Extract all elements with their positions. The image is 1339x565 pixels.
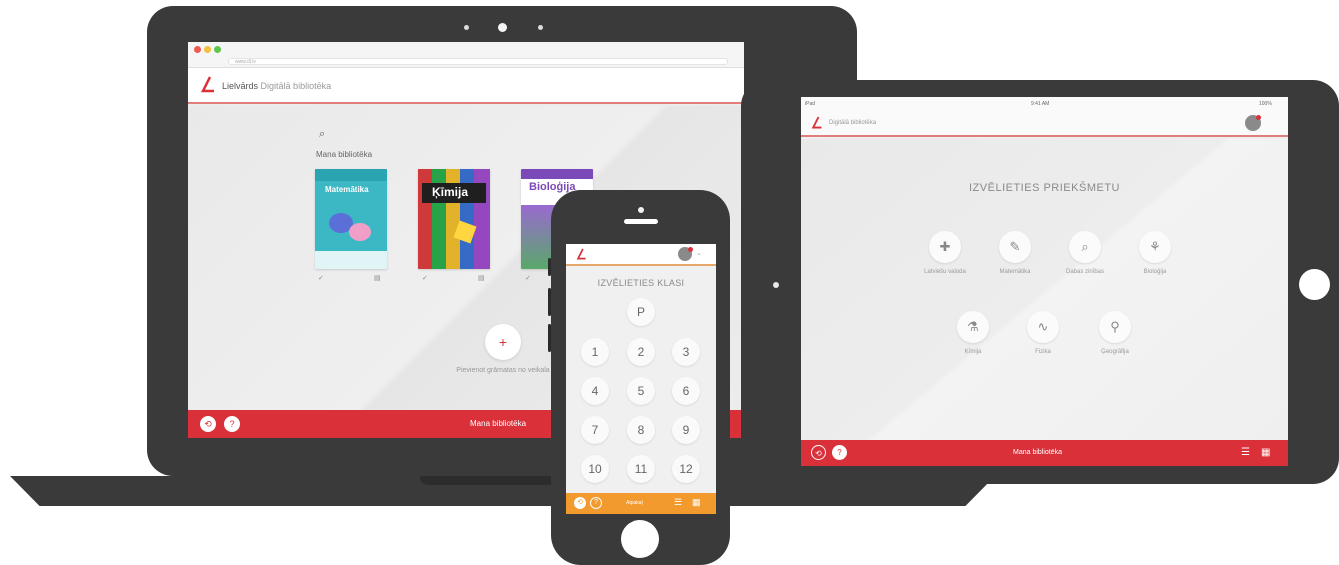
- grade-button-3[interactable]: 3: [672, 338, 700, 366]
- grade-button-1[interactable]: 1: [581, 338, 609, 366]
- book-title: Bioloģija: [529, 181, 576, 193]
- browser-toolbar: www.dl.lv: [188, 42, 744, 68]
- phone-speaker: [624, 219, 658, 224]
- grade-button-5[interactable]: 5: [627, 377, 655, 405]
- add-book-button[interactable]: +: [485, 324, 521, 360]
- grade-button-6[interactable]: 6: [672, 377, 700, 405]
- app-header: Lielvārds Digitālā bibliotēka: [188, 68, 744, 104]
- book-title: Ķīmija: [432, 185, 469, 199]
- laptop-sensor-right: [538, 25, 543, 30]
- back-icon[interactable]: ⟲: [811, 445, 826, 460]
- chevron-down-icon[interactable]: ⌄: [696, 249, 702, 257]
- book-downloaded-icon[interactable]: ✓: [318, 274, 324, 282]
- brand-suffix: Digitālā bibliotēka: [260, 81, 332, 91]
- subject-label: Dabas zinības: [1065, 269, 1105, 275]
- grade-button-9[interactable]: 9: [672, 416, 700, 444]
- book-open-icon[interactable]: ▤: [374, 274, 381, 282]
- footer-label[interactable]: Mana bibliotēka: [1013, 449, 1062, 456]
- lielvards-logo-icon[interactable]: [200, 76, 216, 94]
- add-book-label: Pievienot grāmatas no veikala: [456, 367, 550, 374]
- status-carrier: iPad: [805, 101, 816, 107]
- help-icon[interactable]: ?: [832, 445, 847, 460]
- lielvards-logo-icon[interactable]: [811, 116, 823, 130]
- search-icon[interactable]: ⌕: [319, 128, 325, 141]
- brand-title: Lielvārds Digitālā bibliotēka: [222, 81, 331, 91]
- lielvards-logo-icon[interactable]: [576, 248, 587, 261]
- tablet-screen: iPad 9:41 AM 100% Digitālā bibliotēka IZ…: [801, 97, 1288, 466]
- subject-label: Bioloģija: [1143, 269, 1167, 275]
- subject-latviesu-valoda-icon[interactable]: ✚: [929, 231, 961, 263]
- tablet-home-button[interactable]: [1299, 269, 1330, 300]
- library-title: Mana bibliotēka: [316, 150, 373, 159]
- help-icon[interactable]: ?: [224, 416, 240, 432]
- book-cover-matematika[interactable]: Matemātika: [315, 169, 387, 269]
- subject-picker: IZVĒLIETIES PRIEKŠMETU ✚ Latviešu valoda…: [801, 139, 1288, 440]
- grid-view-icon[interactable]: ▦: [1261, 447, 1270, 458]
- list-view-icon[interactable]: ☰: [674, 497, 682, 508]
- laptop-trackpad-notch: [420, 476, 570, 485]
- back-icon[interactable]: ⟲: [574, 497, 586, 509]
- grid-view-icon[interactable]: ▦: [692, 497, 701, 508]
- book-header-band: [315, 169, 387, 181]
- grade-button-7[interactable]: 7: [581, 416, 609, 444]
- footer-label[interactable]: Mana bibliotēka: [470, 419, 526, 428]
- phone-camera: [638, 207, 644, 213]
- subject-label: Ģeogrāfija: [1101, 349, 1129, 355]
- tablet-app-header: Digitālā bibliotēka: [801, 111, 1288, 137]
- grade-button-p[interactable]: P: [627, 298, 655, 326]
- status-time: 9:41 AM: [1031, 101, 1050, 107]
- book-downloaded-icon[interactable]: ✓: [422, 274, 428, 282]
- phone-app-header: ⌄: [566, 244, 716, 266]
- grade-button-11[interactable]: 11: [627, 455, 655, 483]
- page-title: IZVĒLIETIES PRIEKŠMETU: [969, 182, 1120, 194]
- phone-screen: ⌄ IZVĒLIETIES KLASI P 1 2 3 4 5 6 7 8 9 …: [566, 244, 716, 514]
- back-icon[interactable]: ⟲: [200, 416, 216, 432]
- status-battery: 100%: [1259, 101, 1272, 107]
- book-open-icon[interactable]: ▤: [478, 274, 485, 282]
- book-illustration: [349, 223, 371, 241]
- grade-button-8[interactable]: 8: [627, 416, 655, 444]
- footer-label[interactable]: Atpakaļ: [626, 500, 643, 506]
- subject-geografija-icon[interactable]: ⚲: [1099, 311, 1131, 343]
- notification-badge: [688, 247, 693, 252]
- book-footer-band: [315, 251, 387, 269]
- subject-label: Ķīmija: [964, 349, 982, 355]
- tablet-camera: [773, 282, 779, 288]
- address-bar[interactable]: www.dl.lv: [228, 58, 728, 65]
- book-cover-kimija[interactable]: Ķīmija: [418, 169, 490, 269]
- tablet-footer-bar: ⟲ ? Mana bibliotēka ☰ ▦: [801, 440, 1288, 466]
- book-title: Matemātika: [325, 185, 369, 194]
- subject-label: Matemātika: [999, 269, 1031, 275]
- close-window-button[interactable]: [194, 46, 201, 53]
- phone-home-button[interactable]: [621, 520, 659, 558]
- notification-badge: [1256, 115, 1261, 120]
- minimize-window-button[interactable]: [204, 46, 211, 53]
- book-header-band: [521, 169, 593, 179]
- grade-button-4[interactable]: 4: [581, 377, 609, 405]
- subject-kimija-icon[interactable]: ⚗: [957, 311, 989, 343]
- maximize-window-button[interactable]: [214, 46, 221, 53]
- subject-matematika-icon[interactable]: ✎: [999, 231, 1031, 263]
- subject-label: Latviešu valoda: [924, 269, 966, 275]
- phone-footer-bar: ⟲ ? Atpakaļ ☰ ▦: [566, 493, 716, 514]
- brand-suffix: Digitālā bibliotēka: [829, 120, 877, 126]
- help-icon[interactable]: ?: [590, 497, 602, 509]
- subject-biologija-icon[interactable]: ⚘: [1139, 231, 1171, 263]
- grade-button-2[interactable]: 2: [627, 338, 655, 366]
- grade-button-12[interactable]: 12: [672, 455, 700, 483]
- subject-label: Fizika: [1035, 349, 1051, 355]
- brand-name: Lielvārds: [222, 81, 259, 91]
- tablet-status-bar: iPad 9:41 AM 100%: [801, 97, 1288, 111]
- subject-fizika-icon[interactable]: ∿: [1027, 311, 1059, 343]
- grade-button-10[interactable]: 10: [581, 455, 609, 483]
- page-title: IZVĒLIETIES KLASI: [597, 278, 685, 288]
- laptop-sensor-left: [464, 25, 469, 30]
- list-view-icon[interactable]: ☰: [1241, 447, 1250, 458]
- laptop-camera: [498, 23, 507, 32]
- book-downloaded-icon[interactable]: ✓: [525, 274, 531, 282]
- subject-dabas-zinibas-icon[interactable]: ⌕: [1069, 231, 1101, 263]
